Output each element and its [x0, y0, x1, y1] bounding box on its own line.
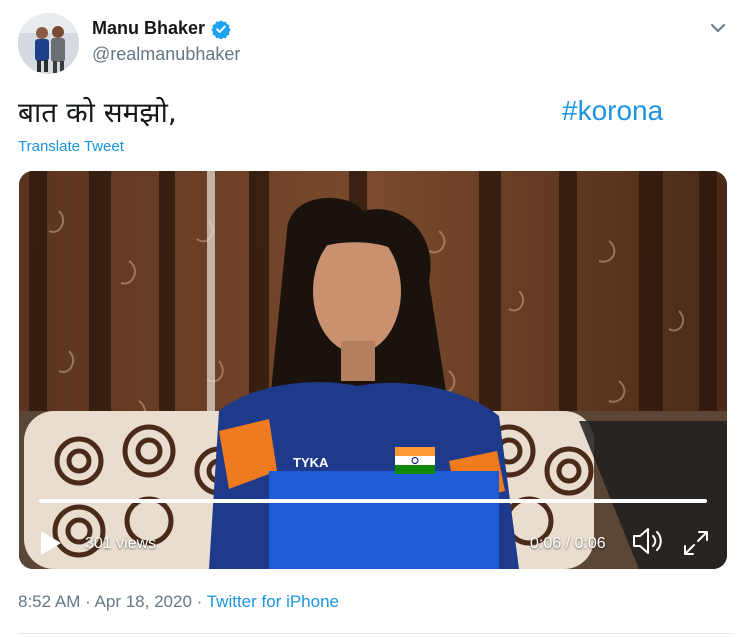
chevron-down-icon[interactable] [709, 19, 727, 37]
view-count: 301 views [85, 535, 157, 552]
video-time: 0:06 / 0:06 [530, 535, 606, 552]
video-player[interactable]: TYKA 301 views 0:06 / 0:06 [19, 171, 727, 569]
author-name[interactable]: Manu Bhaker [92, 18, 205, 39]
play-icon[interactable] [39, 529, 63, 557]
jersey-text: TYKA [293, 455, 329, 470]
tweet-time[interactable]: 8:52 AM [18, 592, 80, 611]
tweet-meta: 8:52 AM · Apr 18, 2020 · Twitter for iPh… [18, 592, 339, 612]
tweet-text: बात को समझो, [18, 96, 177, 129]
meta-separator-2: · [191, 592, 207, 611]
volume-icon[interactable] [632, 525, 666, 557]
author-avatar[interactable] [18, 13, 79, 74]
tweet-source-link[interactable]: Twitter for iPhone [207, 592, 339, 611]
meta-separator: · [80, 592, 95, 611]
verified-badge-icon [211, 19, 231, 40]
author-handle[interactable]: @realmanubhaker [92, 44, 240, 65]
tweet-date[interactable]: Apr 18, 2020 [95, 592, 192, 611]
translate-tweet-link[interactable]: Translate Tweet [18, 138, 124, 155]
video-progress-bar[interactable] [39, 499, 707, 503]
avatar-photo [18, 13, 79, 74]
video-progress-fill [39, 499, 707, 503]
video-frame: TYKA [19, 171, 727, 569]
fullscreen-icon[interactable] [681, 528, 711, 558]
author-name-row[interactable]: Manu Bhaker [92, 18, 231, 40]
hashtag-link[interactable]: #korona [562, 95, 663, 127]
divider [18, 633, 732, 634]
